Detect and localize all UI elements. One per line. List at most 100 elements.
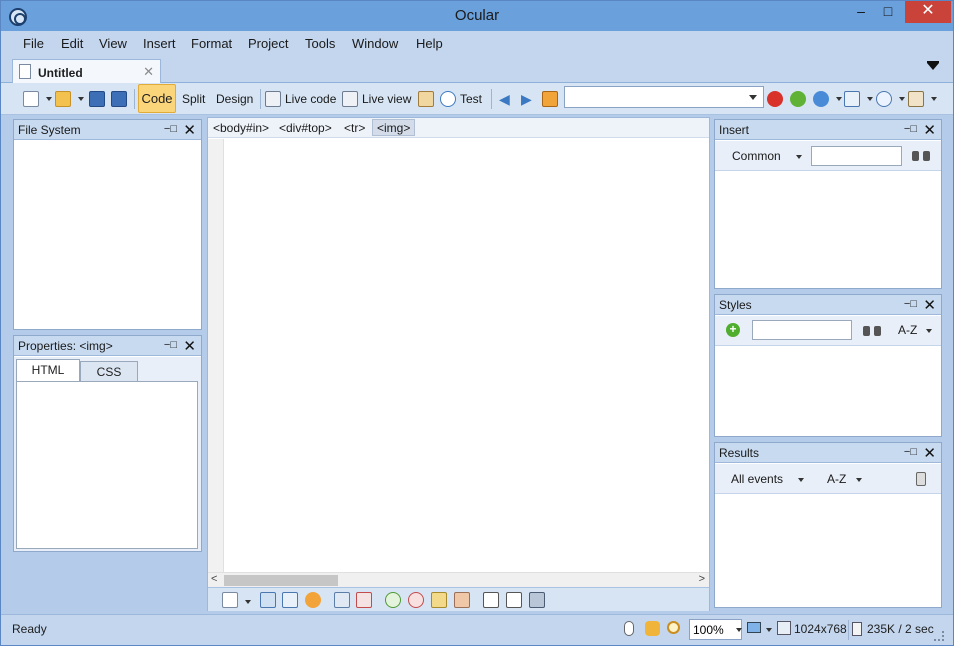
format-icon[interactable] xyxy=(431,592,447,608)
pin-icon[interactable]: −□ xyxy=(904,298,917,310)
close-panel-icon[interactable]: ✕ xyxy=(923,444,936,462)
hand-icon[interactable] xyxy=(645,621,660,636)
zoom-icon[interactable] xyxy=(667,621,680,634)
browser-preview-button[interactable] xyxy=(813,89,842,109)
tab-html[interactable]: HTML xyxy=(16,359,80,382)
menu-format[interactable]: Format xyxy=(191,36,232,51)
code-view-button[interactable]: Code xyxy=(138,84,176,113)
styles-sort-dropdown[interactable]: A-Z xyxy=(898,323,917,337)
menu-tools[interactable]: Tools xyxy=(305,36,335,51)
close-tab-icon[interactable]: ✕ xyxy=(143,64,154,80)
chevron-down-icon[interactable] xyxy=(766,628,772,632)
spell-check-icon[interactable] xyxy=(356,592,372,608)
chevron-down-icon[interactable] xyxy=(899,97,905,101)
clear-results-icon[interactable] xyxy=(916,472,926,486)
grid-icon[interactable] xyxy=(454,592,470,608)
new-file-button[interactable] xyxy=(23,89,52,109)
document-tab-untitled[interactable]: Untitled ✕ xyxy=(12,59,161,84)
split-view-button[interactable]: Split xyxy=(182,89,205,109)
horizontal-scrollbar[interactable]: < > xyxy=(208,572,709,587)
chevron-down-icon[interactable] xyxy=(245,600,251,604)
scroll-right-icon[interactable]: > xyxy=(699,573,705,585)
resize-grip-icon[interactable] xyxy=(934,631,944,641)
options-button[interactable] xyxy=(908,89,937,109)
breadcrumb-item[interactable]: <div#top> xyxy=(279,121,332,135)
outdent-icon[interactable] xyxy=(506,592,522,608)
tag-icon[interactable] xyxy=(260,592,276,608)
refresh-button[interactable] xyxy=(790,89,810,109)
pin-icon[interactable]: −□ xyxy=(904,446,917,458)
close-panel-icon[interactable]: ✕ xyxy=(923,296,936,314)
chevron-down-icon[interactable] xyxy=(931,97,937,101)
scrollbar-thumb[interactable] xyxy=(224,575,338,586)
chevron-down-icon[interactable] xyxy=(78,97,84,101)
layout-button[interactable] xyxy=(844,89,873,109)
chevron-down-icon[interactable] xyxy=(798,478,804,482)
add-comment-icon[interactable] xyxy=(385,592,401,608)
styles-search-input[interactable] xyxy=(752,320,852,340)
new-snippet-icon[interactable] xyxy=(222,592,238,608)
test-button[interactable]: Test xyxy=(440,89,482,109)
binoculars-icon[interactable] xyxy=(863,323,881,337)
chevron-down-icon[interactable] xyxy=(46,97,52,101)
chevron-down-icon[interactable] xyxy=(796,155,802,159)
menu-view[interactable]: View xyxy=(99,36,127,51)
mouse-icon[interactable] xyxy=(624,621,634,636)
back-arrow-icon[interactable]: ◀ xyxy=(499,89,510,109)
remove-comment-icon[interactable] xyxy=(408,592,424,608)
chevron-down-icon[interactable] xyxy=(736,628,742,632)
open-file-button[interactable] xyxy=(55,89,84,109)
find-replace-icon[interactable] xyxy=(334,592,350,608)
code-text-area[interactable] xyxy=(225,139,709,572)
zoom-combobox[interactable] xyxy=(689,619,742,640)
menu-edit[interactable]: Edit xyxy=(61,36,83,51)
chevron-down-icon[interactable] xyxy=(926,329,932,333)
comment-button[interactable] xyxy=(876,89,905,109)
close-window-button[interactable]: ✕ xyxy=(905,1,951,23)
chevron-down-icon[interactable] xyxy=(836,97,842,101)
close-panel-icon[interactable]: ✕ xyxy=(183,337,196,355)
pin-icon[interactable]: −□ xyxy=(164,123,177,135)
live-view-button[interactable]: Live view xyxy=(342,89,411,109)
tab-css[interactable]: CSS xyxy=(80,361,138,383)
breadcrumb-item[interactable]: <body#in> xyxy=(213,121,269,135)
breadcrumb-item-active[interactable]: <img> xyxy=(372,119,416,136)
live-code-button[interactable]: Live code xyxy=(265,89,336,109)
snippet-icon[interactable] xyxy=(305,592,321,608)
chevron-down-icon[interactable] xyxy=(856,478,862,482)
save-button[interactable] xyxy=(89,89,109,109)
pin-icon[interactable]: −□ xyxy=(904,123,917,135)
results-sort-dropdown[interactable]: A-Z xyxy=(827,472,846,486)
close-panel-icon[interactable]: ✕ xyxy=(923,121,936,139)
insert-category-dropdown[interactable]: Common xyxy=(732,149,781,163)
menu-file[interactable]: File xyxy=(23,36,44,51)
url-combobox[interactable] xyxy=(564,86,764,108)
stop-button[interactable] xyxy=(767,89,787,109)
menu-project[interactable]: Project xyxy=(248,36,288,51)
validate-icon xyxy=(418,91,434,107)
indent-icon[interactable] xyxy=(483,592,499,608)
pin-icon[interactable]: −□ xyxy=(164,339,177,351)
home-button[interactable] xyxy=(542,89,562,109)
design-view-button[interactable]: Design xyxy=(216,89,253,109)
scroll-left-icon[interactable]: < xyxy=(211,573,217,585)
binoculars-icon[interactable] xyxy=(912,148,930,162)
block-icon[interactable] xyxy=(282,592,298,608)
insert-search-input[interactable] xyxy=(811,146,902,166)
validate-button[interactable] xyxy=(418,89,438,109)
menu-insert[interactable]: Insert xyxy=(143,36,176,51)
paint-bucket-icon[interactable] xyxy=(529,592,545,608)
close-panel-icon[interactable]: ✕ xyxy=(183,121,196,139)
save-all-button[interactable] xyxy=(111,89,131,109)
menu-help[interactable]: Help xyxy=(416,36,443,51)
maximize-button[interactable]: □ xyxy=(871,1,905,23)
menu-window[interactable]: Window xyxy=(352,36,398,51)
tab-list-dropdown-icon[interactable] xyxy=(927,63,939,70)
breadcrumb-item[interactable]: <tr> xyxy=(344,121,365,135)
monitor-icon[interactable] xyxy=(747,622,761,633)
url-dropdown-icon[interactable] xyxy=(749,95,757,100)
add-style-icon[interactable]: + xyxy=(726,323,740,337)
forward-arrow-icon[interactable]: ▶ xyxy=(521,89,532,109)
chevron-down-icon[interactable] xyxy=(867,97,873,101)
results-filter-dropdown[interactable]: All events xyxy=(731,472,783,486)
